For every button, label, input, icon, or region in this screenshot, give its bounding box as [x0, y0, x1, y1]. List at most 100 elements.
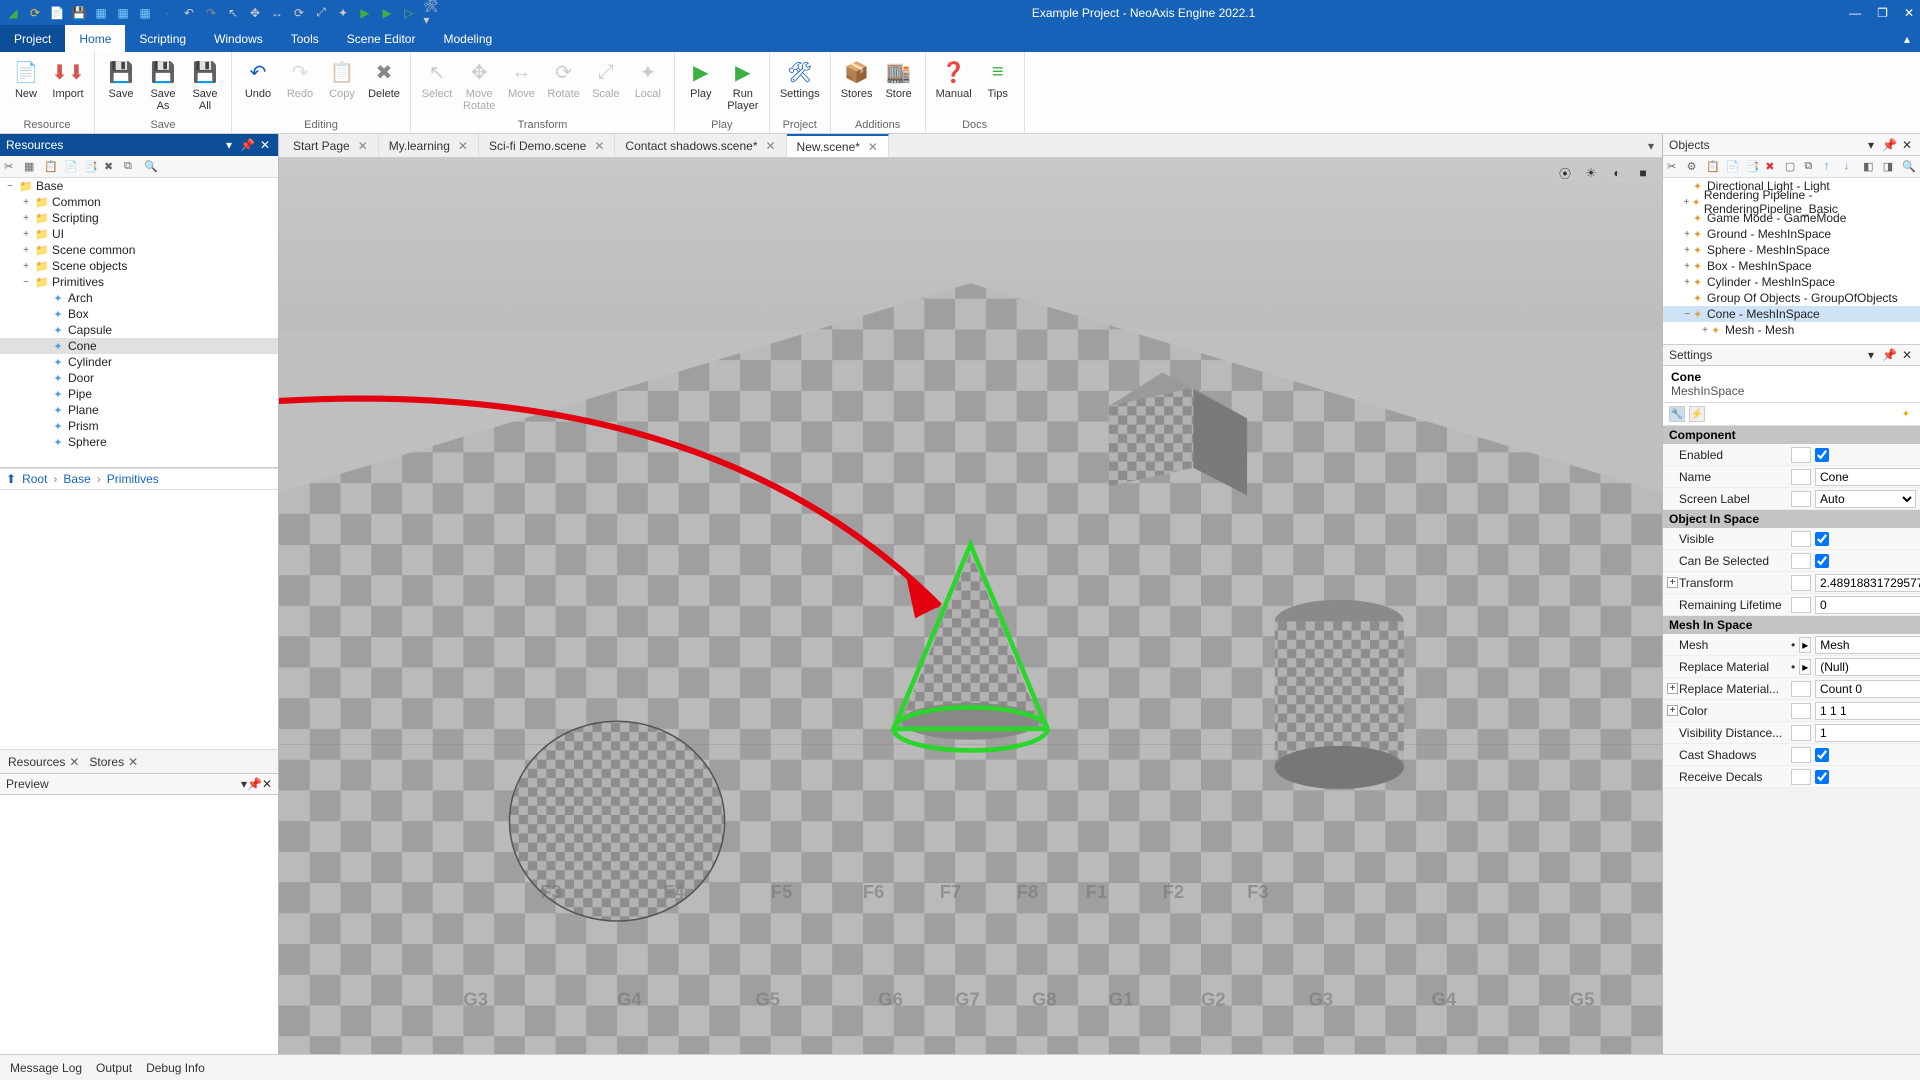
prop-checkbox[interactable] — [1815, 532, 1829, 546]
tree-row-pipe[interactable]: ✦Pipe — [0, 386, 278, 402]
qa-local-icon[interactable]: ✦ — [336, 6, 350, 20]
objects-close-button[interactable]: ✕ — [1900, 138, 1914, 152]
prop-swatch[interactable] — [1791, 553, 1811, 569]
close-icon[interactable]: ✕ — [128, 755, 138, 769]
prop-swatch[interactable] — [1791, 747, 1811, 763]
view-shade-icon[interactable]: ◐ — [1608, 164, 1626, 182]
ribbon-projectsettings-button[interactable]: 🛠Settings — [776, 56, 824, 102]
prop-swatch[interactable] — [1791, 447, 1811, 463]
prop-swatch[interactable] — [1791, 597, 1811, 613]
resources-breadcrumb[interactable]: ⬆ Root› Base› Primitives — [0, 468, 278, 490]
prop-input[interactable] — [1815, 680, 1920, 698]
qa-redo-icon[interactable]: ↷ — [204, 6, 218, 20]
ribbon-move-button[interactable]: ↔Move — [501, 56, 541, 102]
ribbon-delete-button[interactable]: ✖Delete — [364, 56, 404, 102]
menu-home[interactable]: Home — [65, 25, 125, 52]
tree-row-scripting[interactable]: +📁Scripting — [0, 210, 278, 226]
obj-tool-cut-icon[interactable]: ✂ — [1667, 160, 1681, 174]
prop-swatch[interactable] — [1791, 531, 1811, 547]
settings-mode2-icon[interactable]: ⚡ — [1689, 406, 1705, 422]
expand-icon[interactable]: + — [1681, 229, 1693, 240]
res-tool8-icon[interactable]: 🔍 — [144, 160, 158, 174]
view-light-icon[interactable]: ☀ — [1582, 164, 1600, 182]
prop-swatch[interactable] — [1791, 575, 1811, 591]
close-button[interactable]: ✕ — [1904, 6, 1914, 20]
expand-icon[interactable]: − — [4, 181, 16, 192]
res-tool1-icon[interactable]: ✂ — [4, 160, 18, 174]
close-icon[interactable]: ✕ — [69, 755, 79, 769]
ribbon-undo-button[interactable]: ↶Undo — [238, 56, 278, 102]
tree-row-cone[interactable]: ✦Cone — [0, 338, 278, 354]
tree-row-primitives[interactable]: −📁Primitives — [0, 274, 278, 290]
ribbon-redo-button[interactable]: ↷Redo — [280, 56, 320, 102]
qa-win2-icon[interactable]: ▦ — [116, 6, 130, 20]
tab-resources[interactable]: Resources✕ — [8, 755, 79, 769]
res-tool7-icon[interactable]: ⧉ — [124, 160, 138, 174]
ribbon-select-button[interactable]: ↖Select — [417, 56, 457, 102]
prop-input[interactable] — [1815, 658, 1920, 676]
prop-input[interactable] — [1815, 702, 1920, 720]
ref-button[interactable]: ▸ — [1799, 659, 1811, 675]
obj-tool-search-icon[interactable]: 🔍 — [1902, 160, 1916, 174]
tab-close-icon[interactable]: ✕ — [765, 139, 775, 153]
settings-star-icon[interactable]: ✦ — [1898, 406, 1914, 422]
menu-modeling[interactable]: Modeling — [429, 25, 506, 52]
object-row[interactable]: +✦Ground - MeshInSpace — [1663, 226, 1920, 242]
ribbon-tips-button[interactable]: ≡Tips — [978, 56, 1018, 102]
tree-row-capsule[interactable]: ✦Capsule — [0, 322, 278, 338]
doc-tab-start-page[interactable]: Start Page✕ — [283, 134, 379, 157]
tree-row-door[interactable]: ✦Door — [0, 370, 278, 386]
expand-icon[interactable]: + — [1699, 325, 1711, 336]
qa-new-icon[interactable]: 📄 — [50, 6, 64, 20]
ribbon-stores-button[interactable]: 📦Stores — [837, 56, 877, 102]
maximize-button[interactable]: ❐ — [1877, 6, 1888, 20]
object-row[interactable]: ✦Group Of Objects - GroupOfObjects — [1663, 290, 1920, 306]
menu-windows[interactable]: Windows — [200, 25, 277, 52]
object-row[interactable]: +✦Cylinder - MeshInSpace — [1663, 274, 1920, 290]
ribbon-saveas-button[interactable]: 💾SaveAs — [143, 56, 183, 114]
expand-icon[interactable]: + — [1681, 245, 1693, 256]
objects-menu-button[interactable]: ▾ — [1864, 138, 1878, 152]
tree-row-prism[interactable]: ✦Prism — [0, 418, 278, 434]
prop-swatch[interactable] — [1791, 769, 1811, 785]
prop-input[interactable] — [1815, 468, 1920, 486]
prop-input[interactable] — [1815, 724, 1920, 742]
tree-row-box[interactable]: ✦Box — [0, 306, 278, 322]
prop-checkbox[interactable] — [1815, 770, 1829, 784]
settings-close-button[interactable]: ✕ — [1900, 348, 1914, 362]
ribbon-manual-button[interactable]: ❓Manual — [932, 56, 976, 102]
objects-tree[interactable]: ✦Directional Light - Light+✦Rendering Pi… — [1663, 178, 1920, 344]
settings-menu-button[interactable]: ▾ — [1864, 348, 1878, 362]
object-row[interactable]: +✦Sphere - MeshInSpace — [1663, 242, 1920, 258]
doc-tab-contact-shadows-scene-[interactable]: Contact shadows.scene*✕ — [615, 134, 786, 157]
prop-checkbox[interactable] — [1815, 448, 1829, 462]
menu-project[interactable]: Project — [0, 25, 65, 52]
tab-close-icon[interactable]: ✕ — [358, 139, 368, 153]
qa-play2-icon[interactable]: ▶ — [380, 6, 394, 20]
ribbon-copy-button[interactable]: 📋Copy — [322, 56, 362, 102]
expand-icon[interactable]: + — [20, 213, 32, 224]
obj-tool-del-icon[interactable]: ✖ — [1765, 160, 1779, 174]
expand-icon[interactable]: + — [20, 229, 32, 240]
resources-menu-button[interactable]: ▾ — [222, 138, 236, 152]
prop-input[interactable] — [1815, 636, 1920, 654]
ribbon-runplayer-button[interactable]: ▶RunPlayer — [723, 56, 763, 114]
breadcrumb-base[interactable]: Base — [63, 472, 90, 486]
status-message-log[interactable]: Message Log — [10, 1061, 82, 1075]
ref-button[interactable]: ▸ — [1799, 637, 1811, 653]
menu-scripting[interactable]: Scripting — [125, 25, 200, 52]
qa-win1-icon[interactable]: ▦ — [94, 6, 108, 20]
preview-close-button[interactable]: ✕ — [262, 777, 272, 791]
expand-icon[interactable]: + — [1681, 277, 1693, 288]
obj-tool-win-icon[interactable]: ⧉ — [1804, 160, 1818, 174]
scene-viewport[interactable]: G3G4G5 G6G7G8 G1G2G3 G4G5 H3H4H5 H6H7H8 … — [279, 158, 1662, 1054]
expand-icon[interactable]: + — [20, 197, 32, 208]
resources-tree[interactable]: −📁Base+📁Common+📁Scripting+📁UI+📁Scene com… — [0, 178, 278, 468]
obj-tool-up-icon[interactable]: ↑ — [1824, 160, 1838, 174]
expand-icon[interactable]: + — [1681, 197, 1692, 208]
qa-move-icon[interactable]: ✥ — [248, 6, 262, 20]
obj-tool-down-icon[interactable]: ↓ — [1844, 160, 1858, 174]
ribbon-moverotate-button[interactable]: ✥MoveRotate — [459, 56, 499, 114]
expand-icon[interactable]: + — [20, 261, 32, 272]
tab-close-icon[interactable]: ✕ — [458, 139, 468, 153]
